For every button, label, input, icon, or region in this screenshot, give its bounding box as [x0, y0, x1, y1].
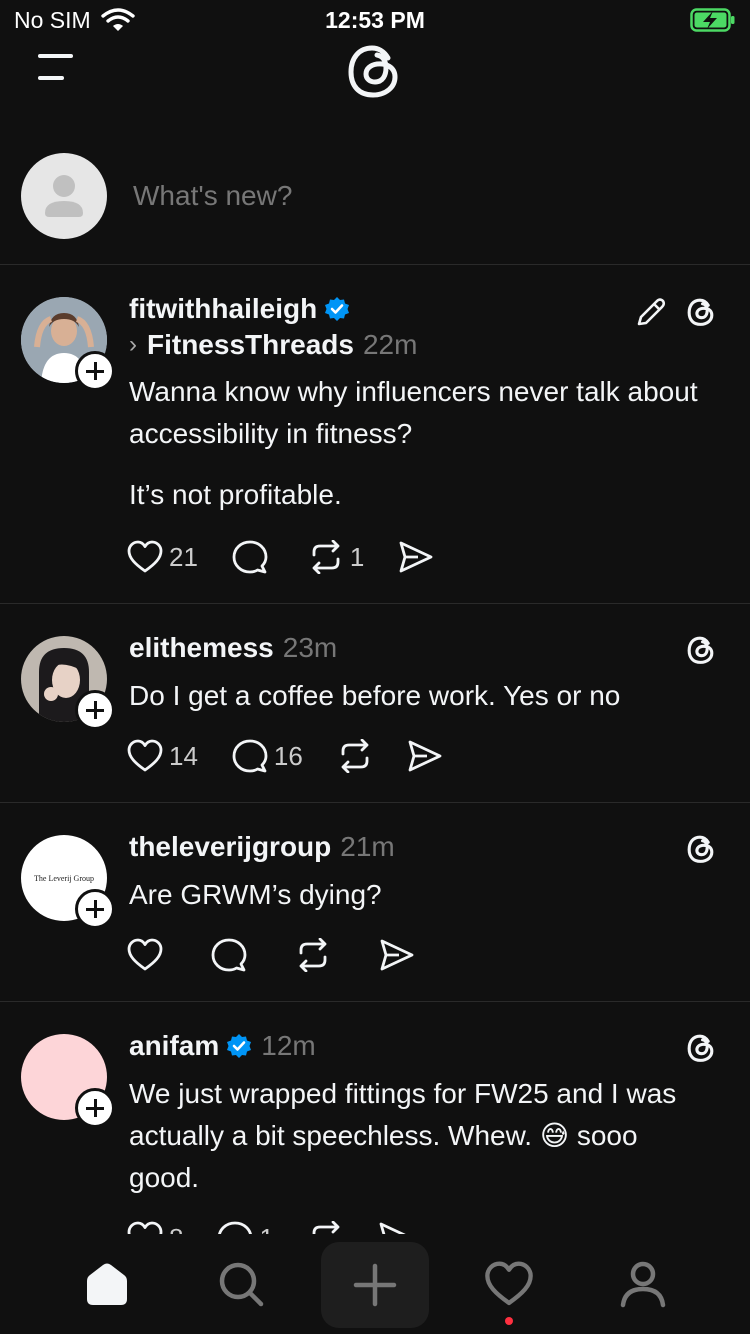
comment-button[interactable]: 1	[217, 1220, 274, 1235]
post-header: theleverijgroup 21m	[129, 831, 395, 863]
post-card[interactable]: anifam 12m We just wrapped fittings for …	[0, 1002, 750, 1234]
post-text: We just wrapped fittings for FW25 and I …	[129, 1078, 677, 1193]
repost-icon	[312, 540, 340, 574]
username[interactable]: elithemess	[129, 632, 274, 664]
comment-button[interactable]	[232, 539, 274, 575]
post-text: Do I get a coffee before work. Yes or no	[129, 680, 621, 711]
repost-count: 1	[349, 541, 365, 572]
comment-count: 16	[273, 740, 303, 771]
send-icon	[408, 740, 442, 772]
search-icon[interactable]	[211, 1256, 271, 1312]
follow-button[interactable]	[75, 351, 115, 391]
post-text: Are GRWM’s dying?	[129, 879, 382, 910]
comment-icon	[232, 540, 268, 574]
heart-icon	[127, 1221, 163, 1234]
status-time: 12:53 PM	[325, 7, 425, 33]
post-header: fitwithhaileigh	[129, 293, 350, 325]
status-bar: No SIM 12:53 PM	[0, 0, 750, 42]
follow-button[interactable]	[75, 690, 115, 730]
default-avatar-icon	[45, 175, 83, 217]
notification-dot	[505, 1317, 513, 1325]
threads-icon[interactable]	[684, 832, 718, 866]
repost-icon	[299, 938, 327, 972]
post-actions	[127, 935, 449, 975]
comment-icon	[218, 1221, 253, 1234]
username[interactable]: fitwithhaileigh	[129, 293, 317, 325]
repost-button[interactable]	[308, 1221, 344, 1234]
battery-charging-icon	[690, 8, 736, 37]
post-text: Wanna know why influencers never talk ab…	[129, 376, 698, 449]
repost-icon	[312, 1221, 340, 1234]
like-button[interactable]	[127, 938, 163, 972]
follow-button[interactable]	[75, 889, 115, 929]
menu-icon[interactable]	[36, 52, 76, 86]
repost-button[interactable]	[295, 938, 331, 972]
like-count: 8	[169, 1223, 183, 1235]
my-avatar[interactable]	[21, 153, 107, 239]
follow-button[interactable]	[75, 1088, 115, 1128]
like-count: 14	[169, 740, 198, 771]
avatar-logo-text: The Leverij Group	[34, 873, 94, 883]
post-time: 23m	[282, 632, 338, 663]
composer-placeholder[interactable]: What's new?	[133, 180, 292, 212]
post-text-paragraph: It’s not profitable.	[129, 479, 342, 510]
composer[interactable]: What's new?	[0, 140, 750, 265]
share-button[interactable]	[378, 1221, 414, 1234]
post-card[interactable]: fitwithhaileigh › FitnessThreads 22m Wan…	[0, 265, 750, 604]
post-time: 22m	[362, 329, 418, 360]
username[interactable]: anifam	[129, 1030, 219, 1062]
send-icon	[379, 1222, 406, 1234]
create-icon[interactable]	[321, 1242, 429, 1328]
activity-icon[interactable]	[479, 1256, 539, 1312]
repost-button[interactable]: 1	[308, 540, 364, 574]
home-icon[interactable]	[77, 1256, 137, 1312]
profile-icon[interactable]	[613, 1256, 673, 1312]
tab-bar	[0, 1234, 750, 1334]
username[interactable]: theleverijgroup	[129, 831, 331, 863]
edit-icon[interactable]	[634, 295, 668, 329]
heart-icon	[127, 540, 163, 573]
share-button[interactable]	[398, 540, 434, 574]
repost-button[interactable]	[337, 739, 373, 773]
verified-badge-icon	[324, 296, 350, 322]
verified-badge-icon	[226, 1033, 252, 1059]
like-button[interactable]: 21	[127, 540, 198, 574]
comment-icon	[232, 739, 268, 773]
post-time: 21m	[340, 831, 395, 862]
heart-icon	[127, 938, 163, 971]
send-icon	[399, 541, 433, 573]
repost-icon	[341, 739, 369, 773]
threads-icon[interactable]	[684, 1031, 718, 1065]
post-header: elithemess 23m	[129, 632, 337, 664]
like-count: 21	[169, 541, 198, 572]
heart-icon	[127, 739, 163, 772]
share-button[interactable]	[379, 938, 415, 972]
comment-button[interactable]	[211, 937, 247, 973]
community-line: › FitnessThreads 22m	[129, 329, 417, 361]
send-icon	[380, 939, 414, 971]
post-header: anifam 12m	[129, 1030, 316, 1062]
like-button[interactable]: 14	[127, 739, 198, 773]
community-name[interactable]: FitnessThreads	[147, 329, 354, 361]
share-button[interactable]	[407, 739, 443, 773]
post-card[interactable]: The Leverij Group theleverijgroup 21m Ar…	[0, 803, 750, 1002]
comment-icon	[211, 938, 247, 972]
threads-icon[interactable]	[684, 633, 718, 667]
post-card[interactable]: elithemess 23m Do I get a coffee before …	[0, 604, 750, 803]
comment-button[interactable]: 16	[232, 738, 303, 774]
threads-logo[interactable]	[341, 38, 407, 104]
post-actions: 8 1	[127, 1218, 448, 1234]
post-actions: 21 1	[127, 537, 468, 577]
chevron-right-icon: ›	[129, 331, 137, 358]
like-button[interactable]: 8	[127, 1221, 183, 1234]
post-actions: 14 16	[127, 736, 477, 776]
comment-count: 1	[259, 1223, 273, 1235]
threads-icon[interactable]	[684, 295, 718, 329]
post-time: 12m	[261, 1030, 316, 1061]
